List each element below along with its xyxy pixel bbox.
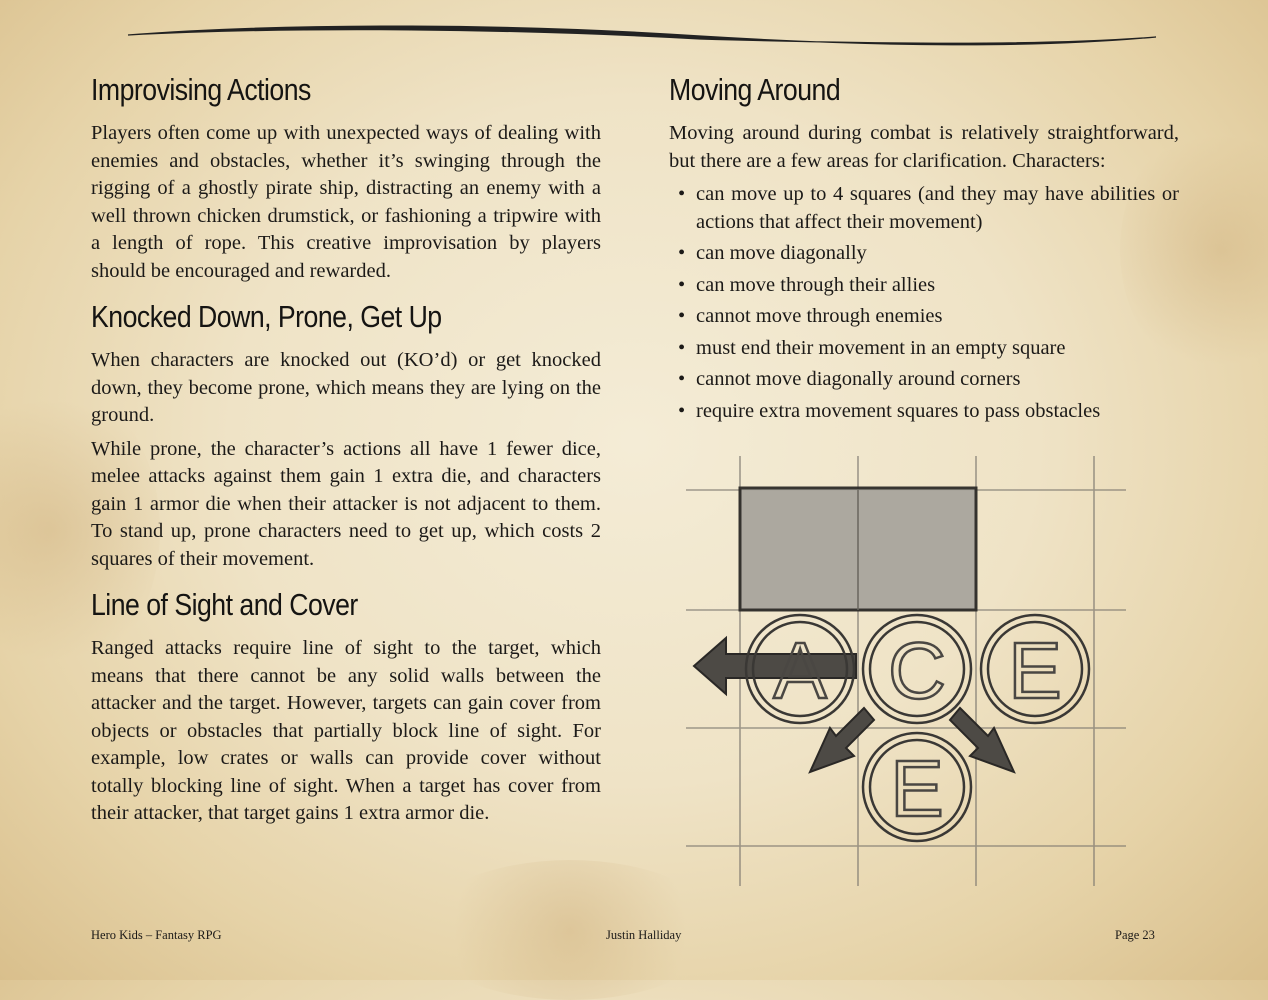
right-column: Moving Around Moving around during comba… (669, 68, 1179, 429)
bullet-icon: • (678, 183, 686, 205)
section-heading-improvising-actions: Improvising Actions (91, 72, 311, 107)
left-column: Improvising Actions Players often come u… (91, 68, 601, 834)
footer-book-title: Hero Kids – Fantasy RPG (91, 928, 222, 942)
token-label-a: A (773, 626, 827, 715)
bullet-icon: • (678, 368, 686, 390)
paragraph-knocked-down-1: When characters are knocked out (KO’d) o… (91, 349, 601, 426)
bullet-icon: • (678, 242, 686, 264)
list-item: • can move up to 4 squares (and they may … (678, 183, 1179, 233)
movement-diagram: A C E E (686, 456, 1126, 886)
list-item: • can move diagonally (669, 240, 1179, 268)
paragraph-moving-around-intro: Moving around during combat is relativel… (669, 122, 1179, 172)
token-label-e: E (890, 744, 943, 833)
list-item: • can move through their allies (669, 272, 1179, 300)
movement-rules-list: • can move up to 4 squares (and they may … (669, 181, 1179, 425)
footer-author: Justin Halliday (606, 928, 682, 942)
paragraph-line-of-sight: Ranged attacks require line of sight to … (91, 637, 601, 824)
token-label-c: C (888, 626, 946, 715)
bullet-icon: • (678, 305, 686, 327)
token-label-e: E (1008, 626, 1061, 715)
bullet-icon: • (678, 273, 686, 296)
list-item: • cannot move diagonally around corners (669, 366, 1179, 394)
header-swoosh-divider (127, 25, 1157, 46)
list-item: • must end their movement in an empty squ… (669, 335, 1179, 363)
section-heading-knocked-down: Knocked Down, Prone, Get Up (91, 299, 442, 334)
paragraph-knocked-down-2: While prone, the character’s actions all… (91, 437, 601, 570)
footer-page-number: Page 23 (1115, 928, 1155, 942)
section-heading-line-of-sight: Line of Sight and Cover (91, 587, 358, 622)
list-item: • require extra movement squares to pass … (669, 398, 1179, 426)
section-heading-moving-around: Moving Around (669, 72, 841, 107)
bullet-icon: • (678, 399, 686, 422)
paragraph-improvising-actions: Players often come up with unexpected wa… (91, 122, 601, 282)
bullet-icon: • (678, 336, 686, 359)
arrow-diagonal-down-right-icon (948, 706, 1016, 774)
arrow-diagonal-down-left-icon (808, 706, 876, 774)
list-item: • cannot move through enemies (669, 303, 1179, 331)
